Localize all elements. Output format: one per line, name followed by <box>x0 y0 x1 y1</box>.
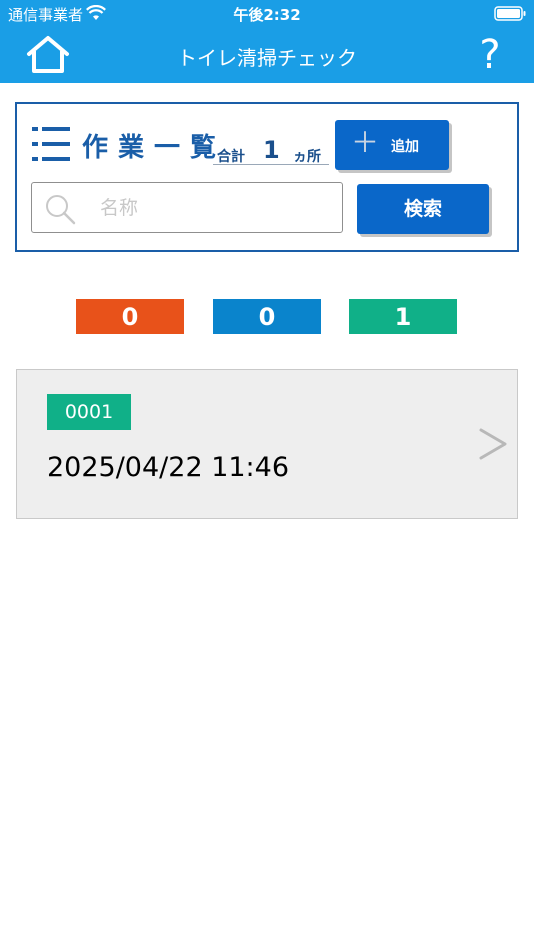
total-count-display: 合計 1 ヵ所 <box>213 134 329 165</box>
work-list-title: 作業一覧 <box>82 133 227 163</box>
work-list-panel: 作業一覧 合計 1 ヵ所 ＋ 追加 検索 <box>15 102 519 252</box>
counter-blue: 0 <box>213 299 321 334</box>
search-icon <box>46 195 76 225</box>
plus-icon: ＋ <box>351 126 380 159</box>
item-datetime: 2025/04/22 11:46 <box>47 452 290 483</box>
status-time: 午後2:32 <box>233 6 301 24</box>
help-button[interactable]: ? <box>470 32 510 78</box>
counter-green: 1 <box>349 299 457 334</box>
list-item[interactable]: 0001 2025/04/22 11:46 <box>16 369 518 519</box>
search-box[interactable] <box>31 182 343 233</box>
app-header: 通信事業者 午後2:32 トイレ清掃チェック ? <box>0 0 534 83</box>
total-label: 合計 <box>217 149 245 165</box>
total-count: 1 <box>263 136 280 164</box>
list-icon <box>32 127 70 161</box>
chevron-right-icon <box>479 428 507 460</box>
item-code-badge: 0001 <box>47 394 131 430</box>
counter-red: 0 <box>76 299 184 334</box>
add-button[interactable]: ＋ 追加 <box>335 120 449 170</box>
add-button-label: 追加 <box>391 139 419 155</box>
battery-icon <box>494 6 526 21</box>
page-title: トイレ清掃チェック <box>177 46 357 70</box>
total-unit: ヵ所 <box>293 149 321 165</box>
search-button[interactable]: 検索 <box>357 184 489 234</box>
search-input[interactable] <box>98 193 332 223</box>
